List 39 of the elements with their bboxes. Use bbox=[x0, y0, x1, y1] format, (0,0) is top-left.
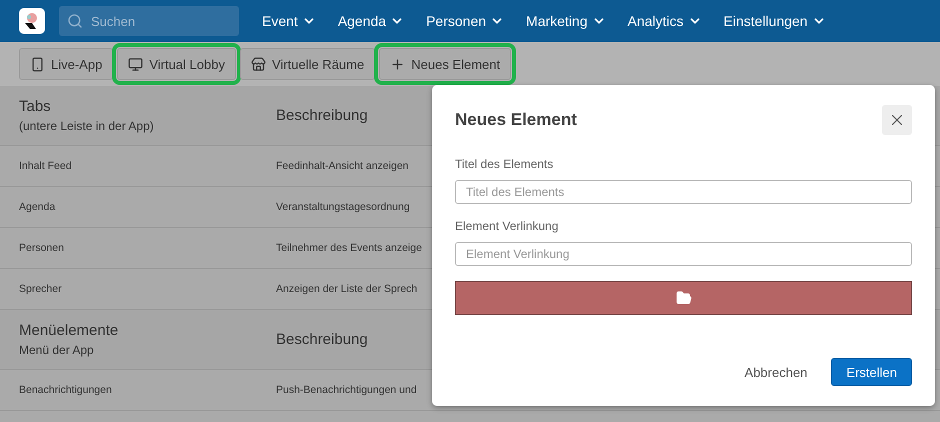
input-field[interactable]: Titel des Elements bbox=[455, 180, 912, 204]
table-cell: Anzeigen der Liste der Sprech bbox=[276, 283, 418, 295]
column-header: Beschreibung bbox=[276, 107, 368, 124]
column-header: Beschreibung bbox=[276, 331, 368, 348]
dialog-title: Neues Element bbox=[455, 110, 577, 130]
store-icon bbox=[250, 56, 266, 72]
field-label: Titel des Elements bbox=[455, 157, 554, 171]
toolbar-button[interactable]: Live-App bbox=[19, 48, 114, 80]
table-cell: Push-Benachrichtigungen und bbox=[276, 384, 417, 396]
table-cell: Feedinhalt-Ansicht anzeigen bbox=[276, 160, 409, 172]
nav-menu[interactable]: Personen bbox=[415, 13, 516, 29]
section-subtitle: Menü der App bbox=[19, 343, 95, 357]
table-cell: Teilnehmer des Events anzeige bbox=[276, 242, 422, 254]
nav-menu[interactable]: Marketing bbox=[515, 13, 616, 29]
table-cell: Inhalt Feed bbox=[19, 160, 72, 172]
table-cell: Agenda bbox=[19, 201, 56, 213]
submit-button[interactable]: Erstellen bbox=[831, 358, 912, 386]
input-field[interactable]: Element Verlinkung bbox=[455, 242, 912, 266]
app-logo[interactable] bbox=[19, 8, 45, 34]
search-icon bbox=[67, 13, 83, 29]
table-cell: Sprecher bbox=[19, 283, 62, 295]
cancel-button[interactable]: Abbrechen bbox=[738, 364, 814, 380]
table-cell: Benachrichtigungen bbox=[19, 384, 112, 396]
table-cell: Personen bbox=[19, 242, 64, 254]
section-subtitle: (untere Leiste in der App) bbox=[19, 119, 155, 133]
folder-icon bbox=[676, 290, 692, 306]
close-button[interactable] bbox=[882, 105, 912, 135]
plus-icon bbox=[390, 56, 406, 72]
nav-menu[interactable]: Agenda bbox=[326, 13, 416, 29]
section-title: Tabs bbox=[19, 98, 51, 115]
nav-menu[interactable]: Einstellungen bbox=[712, 13, 837, 29]
monitor-icon bbox=[128, 56, 144, 72]
nav-menu[interactable]: Analytics bbox=[616, 13, 713, 29]
table-cell: Veranstaltungstagesordnung bbox=[276, 201, 410, 213]
section-title: Menüelemente bbox=[19, 322, 118, 339]
field-label: Element Verlinkung bbox=[455, 219, 560, 233]
nav-menu[interactable]: Event bbox=[251, 13, 327, 29]
toolbar-button[interactable]: Virtuelle Räume bbox=[240, 48, 376, 80]
phone-icon bbox=[30, 56, 45, 72]
